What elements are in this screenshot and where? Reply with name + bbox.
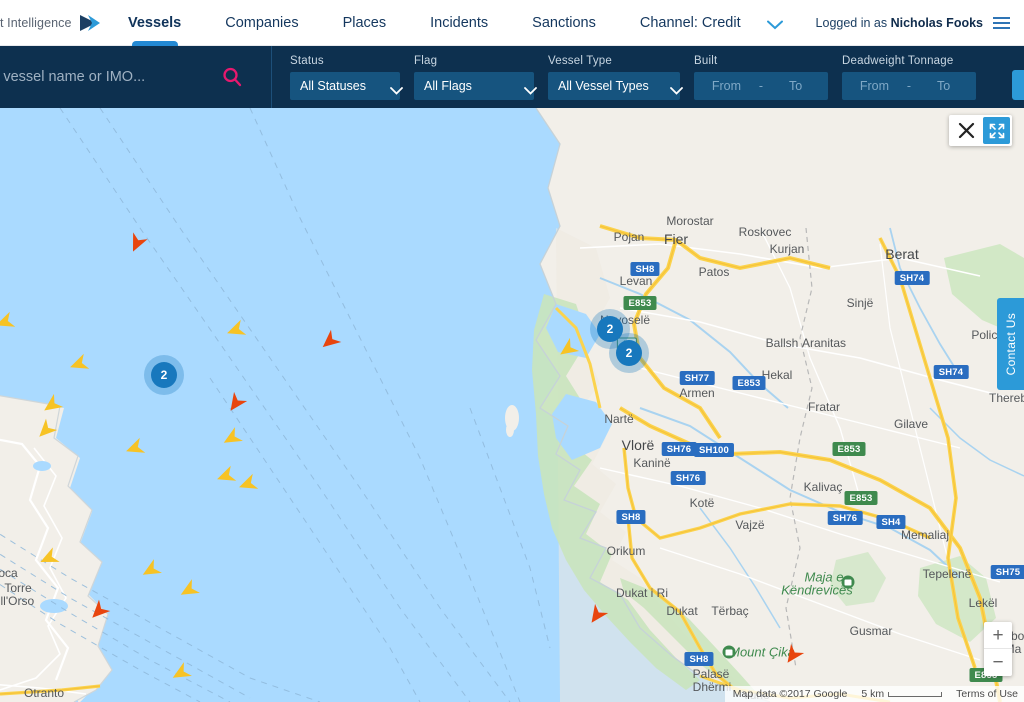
hamburger-menu-icon[interactable] [993, 16, 1010, 29]
filter-bar: Status All Statuses Flag All Flags [0, 46, 1024, 108]
filter-flag-label: Flag [414, 54, 438, 67]
logged-in-prefix: Logged in as [815, 15, 891, 30]
map-top-controls [949, 115, 1012, 146]
nav-tab-places[interactable]: Places [321, 0, 409, 46]
nav-tab-places-label: Places [342, 14, 387, 31]
map-canvas[interactable]: Pojan Fier Roskovec Berat Kurjan Patos L… [0, 108, 1024, 702]
nav-tab-companies-label: Companies [225, 14, 299, 31]
nav-tab-incidents[interactable]: Incidents [408, 0, 510, 46]
flag-select[interactable]: All Flags [414, 71, 537, 100]
contact-us-label: Contact Us [1003, 312, 1018, 376]
map-attribution-bar: Map data ©2017 Google 5 km Terms of Use [724, 686, 1024, 702]
filter-status: Status All Statuses [290, 54, 403, 100]
nav-tab-incidents-label: Incidents [430, 14, 489, 31]
filter-dwt-label: Deadweight Tonnage [842, 54, 954, 67]
zoom-out-button[interactable]: − [984, 649, 1012, 676]
filter-dwt: Deadweight Tonnage - [842, 54, 977, 100]
chevron-down-icon [656, 82, 683, 95]
logged-in-text: Logged in as Nicholas Fooks [816, 16, 983, 30]
nav-tab-vessels-label: Vessels [128, 14, 182, 31]
status-select[interactable]: All Statuses [290, 71, 403, 100]
more-filters-button[interactable]: More Filters [1012, 69, 1024, 100]
vessel-cluster-marker[interactable]: 2 [151, 362, 177, 388]
search-box [0, 46, 272, 108]
search-icon[interactable] [221, 66, 243, 88]
chevron-down-icon [376, 82, 403, 95]
map-base-layer [0, 108, 1024, 702]
vessel-type-select[interactable]: All Vessel Types [548, 71, 683, 100]
vessel-cluster-marker[interactable]: 2 [616, 340, 642, 366]
fullscreen-expand-icon[interactable] [983, 117, 1010, 144]
close-icon[interactable] [949, 115, 983, 146]
nav-tab-sanctions[interactable]: Sanctions [510, 0, 618, 46]
built-to-input[interactable] [763, 78, 829, 93]
map-scale-label: 5 km [861, 688, 885, 700]
park-poi-icon [722, 645, 736, 659]
top-navigation-bar: t Intelligence Vessels Companies Places … [0, 0, 1024, 46]
nav-tab-sanctions-label: Sanctions [532, 14, 596, 31]
brand-logo-area[interactable]: t Intelligence [0, 12, 106, 34]
chevron-down-icon [766, 18, 783, 29]
filter-flag: Flag All Flags [414, 54, 537, 100]
status-select-value: All Statuses [300, 78, 367, 93]
filter-built-label: Built [694, 54, 718, 67]
zoom-in-button[interactable]: + [984, 622, 1012, 649]
dwt-from-input[interactable] [842, 78, 907, 93]
built-range: - [694, 71, 829, 100]
nav-tabs: Vessels Companies Places Incidents Sanct… [106, 0, 618, 46]
map-scale-bar: 5 km [861, 688, 943, 700]
search-input[interactable] [0, 69, 255, 85]
filter-built: Built - [694, 54, 829, 100]
nav-tab-companies[interactable]: Companies [203, 0, 320, 46]
user-name: Nicholas Fooks [890, 15, 983, 30]
filter-vessel-type: Vessel Type All Vessel Types [548, 54, 683, 100]
terms-of-use-link[interactable]: Terms of Use [956, 688, 1018, 700]
scale-bar-line [888, 691, 943, 697]
chevron-down-icon [510, 82, 537, 95]
play-triangle-logo-icon [76, 12, 102, 34]
vessel-type-select-value: All Vessel Types [558, 78, 649, 93]
channel-label: Channel: Credit [639, 14, 741, 31]
built-from-input[interactable] [694, 78, 759, 93]
user-area: Logged in as Nicholas Fooks [816, 16, 1024, 30]
contact-us-tab[interactable]: Contact Us [997, 298, 1024, 390]
filter-controls: Status All Statuses Flag All Flags Vesse… [272, 55, 1024, 100]
nav-tab-vessels[interactable]: Vessels [106, 0, 203, 46]
brand-name: t Intelligence [0, 15, 72, 30]
vessel-cluster-marker[interactable]: 2 [597, 316, 623, 342]
filter-vessel-type-label: Vessel Type [548, 54, 613, 67]
map-zoom-controls: + − [984, 622, 1012, 676]
channel-selector[interactable]: Channel: Credit [618, 15, 797, 31]
flag-select-value: All Flags [424, 78, 472, 93]
park-poi-icon [841, 575, 855, 589]
dwt-range: - [842, 71, 977, 100]
vessel-tracking-app: t Intelligence Vessels Companies Places … [0, 0, 1024, 702]
dwt-to-input[interactable] [911, 78, 977, 93]
filter-status-label: Status [290, 54, 324, 67]
map-data-attribution: Map data ©2017 Google [732, 688, 848, 700]
